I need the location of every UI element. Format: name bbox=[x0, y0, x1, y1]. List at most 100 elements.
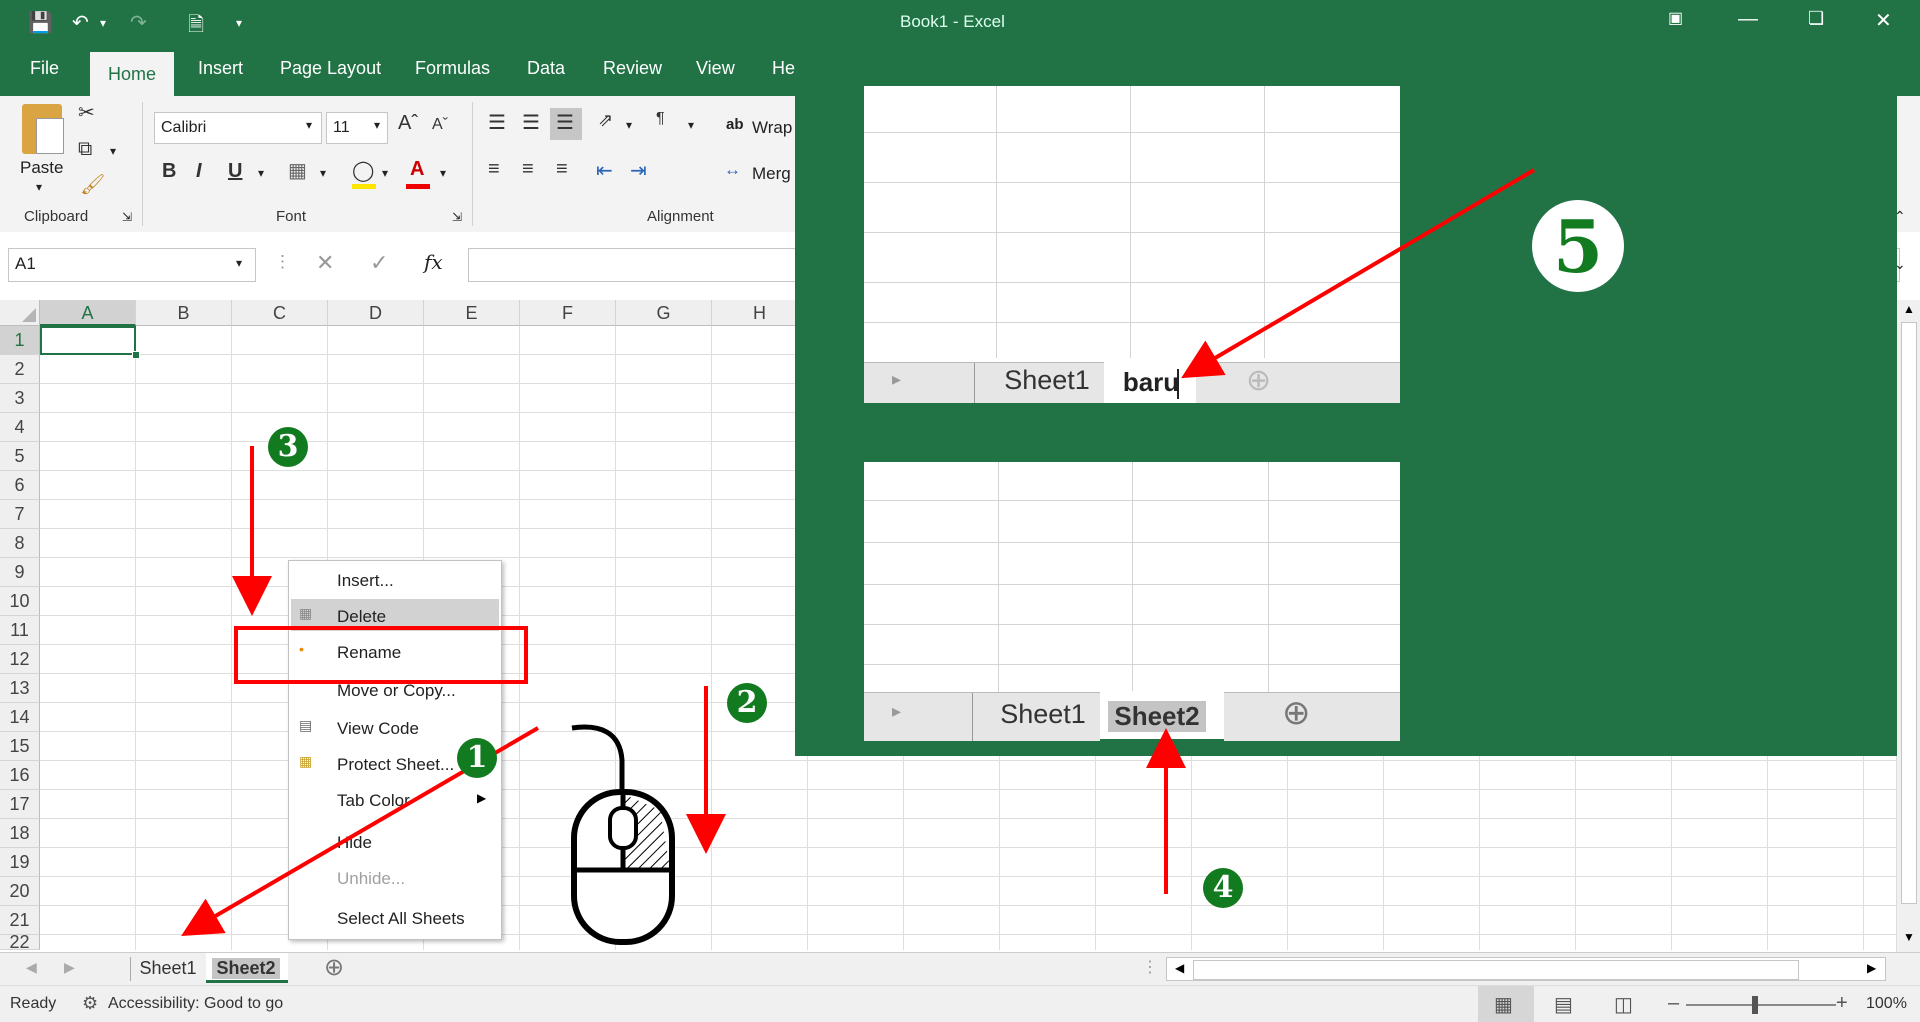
top-align-icon[interactable]: ☰ bbox=[488, 110, 506, 135]
fill-handle[interactable] bbox=[132, 351, 140, 359]
accessibility-status[interactable]: Accessibility: Good to go bbox=[108, 995, 283, 1013]
paste-button[interactable]: Paste bbox=[20, 158, 63, 178]
font-name-select[interactable]: Calibri bbox=[154, 112, 322, 144]
menu-item-view-code[interactable]: View Code bbox=[337, 719, 419, 739]
column-header[interactable]: B bbox=[136, 300, 232, 326]
menu-item-delete[interactable]: Delete bbox=[337, 607, 386, 627]
scroll-left-icon[interactable]: ◀ bbox=[1175, 961, 1184, 975]
align-center-icon[interactable]: ≡ bbox=[522, 158, 534, 181]
borders-dropdown-icon[interactable]: ▾ bbox=[320, 166, 326, 180]
row-header[interactable]: 12 bbox=[0, 645, 40, 674]
undo-icon[interactable]: ↶ bbox=[72, 10, 89, 35]
sheet-tab-sheet2[interactable]: Sheet2 bbox=[212, 958, 280, 979]
cancel-icon[interactable]: ✕ bbox=[316, 250, 334, 276]
tab-data[interactable]: Data bbox=[527, 58, 565, 79]
middle-align-icon[interactable]: ☰ bbox=[522, 110, 540, 135]
increase-indent-icon[interactable]: ⇥ bbox=[630, 158, 647, 183]
column-header[interactable]: A bbox=[40, 300, 136, 326]
column-header[interactable]: F bbox=[520, 300, 616, 326]
row-header[interactable]: 19 bbox=[0, 848, 40, 877]
normal-view-icon[interactable]: ▦ bbox=[1494, 992, 1513, 1017]
zoom-in-icon[interactable]: + bbox=[1836, 992, 1848, 1015]
menu-item-insert[interactable]: Insert... bbox=[337, 571, 394, 591]
tab-page-layout[interactable]: Page Layout bbox=[280, 58, 381, 79]
copy-icon[interactable]: ⧉ bbox=[78, 138, 92, 161]
decrease-font-icon[interactable]: Aˇ bbox=[432, 116, 448, 134]
customize-toolbar-icon[interactable]: ▾ bbox=[236, 16, 242, 30]
scroll-up-icon[interactable]: ▲ bbox=[1903, 302, 1915, 316]
zoom-out-icon[interactable]: – bbox=[1668, 992, 1679, 1015]
page-break-view-icon[interactable]: ◫ bbox=[1614, 992, 1633, 1017]
font-color-dropdown-icon[interactable]: ▾ bbox=[440, 166, 446, 180]
bold-icon[interactable]: B bbox=[162, 160, 176, 183]
decrease-indent-icon[interactable]: ⇤ bbox=[596, 158, 613, 183]
next-sheet-icon[interactable]: ▶ bbox=[64, 959, 75, 976]
tab-formulas[interactable]: Formulas bbox=[415, 58, 490, 79]
horizontal-scrollbar[interactable]: ◀ ▶ bbox=[1166, 957, 1886, 981]
wrap-text-button[interactable]: Wrap bbox=[752, 118, 792, 138]
row-header[interactable]: 2 bbox=[0, 355, 40, 384]
increase-font-icon[interactable]: Aˆ bbox=[398, 112, 418, 135]
menu-item-move-copy[interactable]: Move or Copy... bbox=[337, 681, 456, 701]
clipboard-launcher-icon[interactable]: ⇲ bbox=[122, 210, 132, 224]
zoom-slider[interactable] bbox=[1686, 1004, 1836, 1006]
enter-icon[interactable]: ✓ bbox=[370, 250, 388, 276]
select-all-corner[interactable] bbox=[0, 300, 40, 326]
tab-help[interactable]: He bbox=[772, 58, 795, 79]
underline-icon[interactable]: U bbox=[228, 160, 242, 183]
print-preview-icon[interactable]: 🗎 bbox=[188, 10, 204, 44]
font-color-icon[interactable]: A bbox=[410, 158, 424, 181]
ribbon-display-icon[interactable]: ▣ bbox=[1668, 8, 1683, 28]
zoom-slider-thumb[interactable] bbox=[1752, 996, 1758, 1014]
active-cell[interactable] bbox=[40, 326, 136, 355]
tab-split-handle[interactable]: ⋮ bbox=[1142, 957, 1158, 977]
row-header[interactable]: 13 bbox=[0, 674, 40, 703]
row-header[interactable]: 14 bbox=[0, 703, 40, 732]
menu-item-hide[interactable]: Hide bbox=[337, 833, 372, 853]
vertical-scrollbar[interactable]: ▲ ▼ bbox=[1896, 300, 1920, 952]
row-header[interactable]: 5 bbox=[0, 442, 40, 471]
italic-icon[interactable]: I bbox=[196, 160, 202, 183]
row-header[interactable]: 11 bbox=[0, 616, 40, 645]
column-header[interactable]: C bbox=[232, 300, 328, 326]
scrollbar-thumb[interactable] bbox=[1901, 322, 1917, 904]
zoom-level[interactable]: 100% bbox=[1866, 995, 1907, 1013]
font-launcher-icon[interactable]: ⇲ bbox=[452, 210, 462, 224]
copy-dropdown-icon[interactable]: ▾ bbox=[110, 144, 116, 158]
save-icon[interactable]: 💾 bbox=[28, 10, 53, 35]
direction-dropdown-icon[interactable]: ▾ bbox=[688, 118, 694, 132]
add-sheet-icon[interactable]: ⊕ bbox=[324, 953, 344, 982]
restore-icon[interactable]: ❏ bbox=[1808, 8, 1824, 29]
minimize-icon[interactable]: — bbox=[1738, 8, 1758, 31]
borders-icon[interactable]: ▦ bbox=[288, 158, 307, 183]
align-left-icon[interactable]: ≡ bbox=[488, 158, 500, 181]
row-header[interactable]: 3 bbox=[0, 384, 40, 413]
cut-icon[interactable]: ✂ bbox=[78, 100, 95, 125]
row-header[interactable]: 9 bbox=[0, 558, 40, 587]
name-box-dropdown-icon[interactable]: ▾ bbox=[236, 256, 242, 270]
menu-item-tab-color[interactable]: Tab Color bbox=[337, 791, 410, 811]
font-name-dropdown-icon[interactable]: ▾ bbox=[306, 118, 312, 132]
column-header[interactable]: E bbox=[424, 300, 520, 326]
close-icon[interactable]: ✕ bbox=[1875, 8, 1892, 33]
insert-function-icon[interactable]: fx bbox=[424, 250, 443, 274]
row-header[interactable]: 4 bbox=[0, 413, 40, 442]
format-painter-icon[interactable]: 🖌 bbox=[80, 172, 105, 197]
orientation-icon[interactable]: ⇗ bbox=[598, 110, 613, 131]
tab-file[interactable]: File bbox=[30, 58, 59, 79]
undo-dropdown-icon[interactable]: ▾ bbox=[100, 16, 106, 30]
page-layout-view-icon[interactable]: ▤ bbox=[1554, 992, 1573, 1017]
row-header[interactable]: 15 bbox=[0, 732, 40, 761]
row-header[interactable]: 1 bbox=[0, 326, 40, 355]
row-header[interactable]: 18 bbox=[0, 819, 40, 848]
formula-options-icon[interactable]: ⋮ bbox=[274, 252, 291, 272]
column-header[interactable]: G bbox=[616, 300, 712, 326]
sheet-tab-sheet1[interactable]: Sheet1 bbox=[132, 958, 204, 979]
orientation-dropdown-icon[interactable]: ▾ bbox=[626, 118, 632, 132]
merge-button[interactable]: Merg bbox=[752, 164, 791, 184]
paragraph-direction-icon[interactable]: ¶ bbox=[656, 110, 665, 128]
fill-color-icon[interactable]: ◯ bbox=[352, 158, 374, 183]
row-header[interactable]: 17 bbox=[0, 790, 40, 819]
align-right-icon[interactable]: ≡ bbox=[556, 158, 568, 181]
row-header[interactable]: 7 bbox=[0, 500, 40, 529]
